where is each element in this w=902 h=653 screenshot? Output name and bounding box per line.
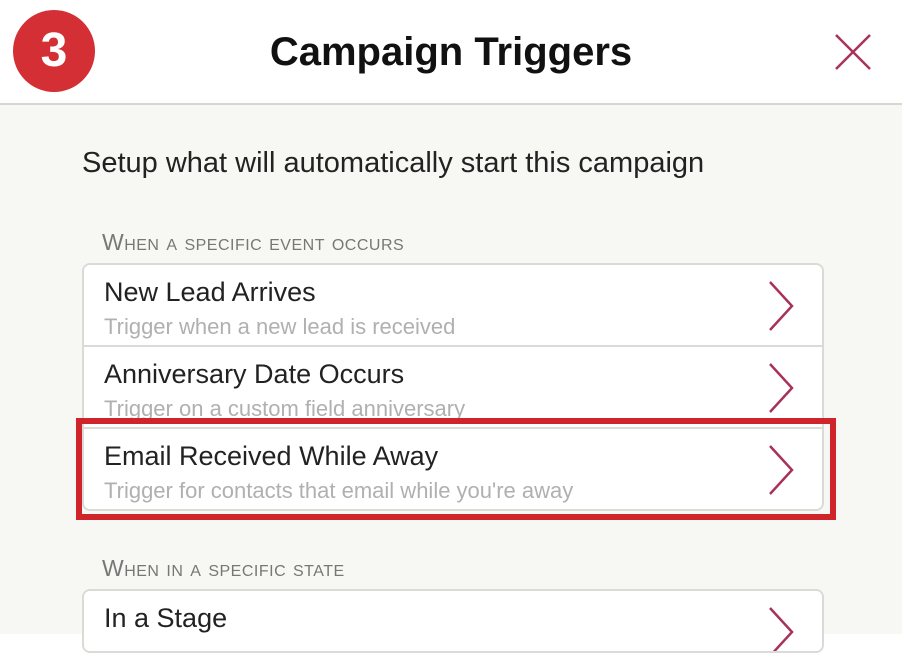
intro-text: Setup what will automatically start this… xyxy=(82,147,705,179)
trigger-item-title: In a Stage xyxy=(104,603,228,633)
chevron-right-icon xyxy=(769,281,794,331)
trigger-panel: Setup what will automatically start this… xyxy=(0,105,902,653)
trigger-item-title: New Lead Arrives xyxy=(104,277,316,307)
page-title: Campaign Triggers xyxy=(269,30,633,74)
chevron-right-icon xyxy=(769,607,794,651)
trigger-item-subtitle: Trigger when a new lead is received xyxy=(104,314,456,339)
state-trigger-list: In a Stage xyxy=(82,589,824,653)
trigger-item-subtitle: Trigger for contacts that email while yo… xyxy=(104,478,574,503)
section-heading-state: When in a specific state xyxy=(102,555,345,581)
header-bar: 3 Campaign Triggers xyxy=(0,0,902,105)
event-trigger-list: New Lead Arrives Trigger when a new lead… xyxy=(82,263,824,511)
trigger-item-title: Anniversary Date Occurs xyxy=(104,359,405,389)
trigger-item-in-stage[interactable]: In a Stage xyxy=(84,591,822,651)
trigger-item-email-away[interactable]: Email Received While Away Trigger for co… xyxy=(84,429,822,509)
chevron-right-icon xyxy=(769,445,794,495)
section-heading-event: When a specific event occurs xyxy=(102,229,405,255)
close-icon[interactable] xyxy=(834,33,872,71)
trigger-item-anniversary[interactable]: Anniversary Date Occurs Trigger on a cus… xyxy=(84,347,822,429)
trigger-item-new-lead[interactable]: New Lead Arrives Trigger when a new lead… xyxy=(84,265,822,347)
trigger-item-subtitle: Trigger on a custom field anniversary xyxy=(104,396,466,421)
trigger-item-title: Email Received While Away xyxy=(104,441,439,471)
chevron-right-icon xyxy=(769,363,794,413)
